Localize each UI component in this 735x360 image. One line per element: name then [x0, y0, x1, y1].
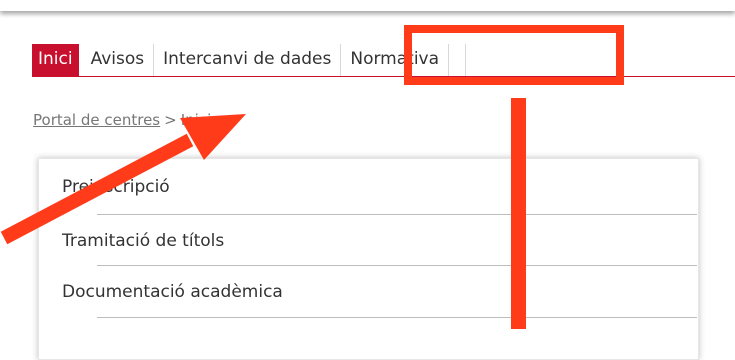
annotation-arrow-icon	[0, 114, 246, 245]
